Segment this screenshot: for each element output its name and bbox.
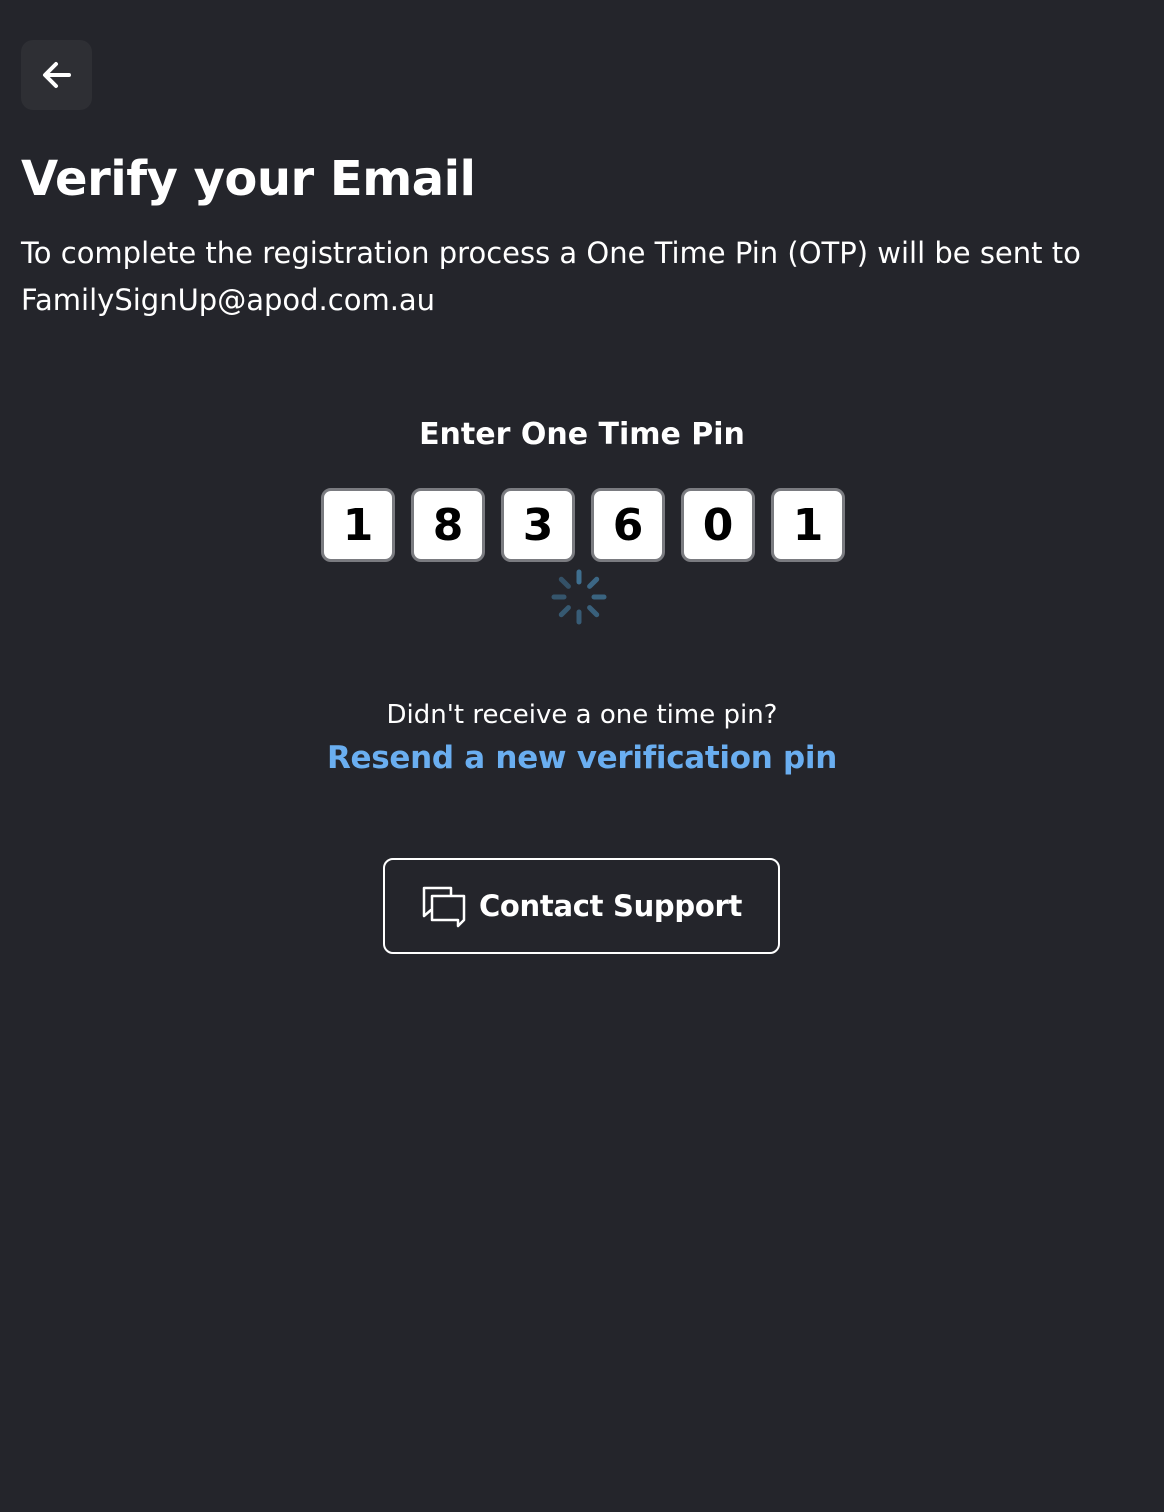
contact-support-button[interactable]: Contact Support xyxy=(383,858,780,954)
otp-digit-1[interactable]: 1 xyxy=(321,488,395,562)
no-pin-prompt: Didn't receive a one time pin? xyxy=(386,700,778,730)
page-title: Verify your Email xyxy=(21,151,476,207)
back-button[interactable] xyxy=(21,40,92,110)
chat-bubbles-icon xyxy=(422,886,466,928)
otp-label: Enter One Time Pin xyxy=(419,417,745,452)
otp-digit-3[interactable]: 3 xyxy=(501,488,575,562)
otp-digit-6[interactable]: 1 xyxy=(771,488,845,562)
otp-input-group: 1 8 3 6 0 1 xyxy=(321,488,845,562)
arrow-left-icon xyxy=(42,62,71,88)
contact-support-label: Contact Support xyxy=(478,889,743,923)
otp-digit-5[interactable]: 0 xyxy=(681,488,755,562)
loading-spinner-icon xyxy=(551,569,607,625)
otp-digit-2[interactable]: 8 xyxy=(411,488,485,562)
otp-digit-4[interactable]: 6 xyxy=(591,488,665,562)
registration-description: To complete the registration process a O… xyxy=(21,236,1081,317)
resend-pin-link[interactable]: Resend a new verification pin xyxy=(0,736,1164,780)
